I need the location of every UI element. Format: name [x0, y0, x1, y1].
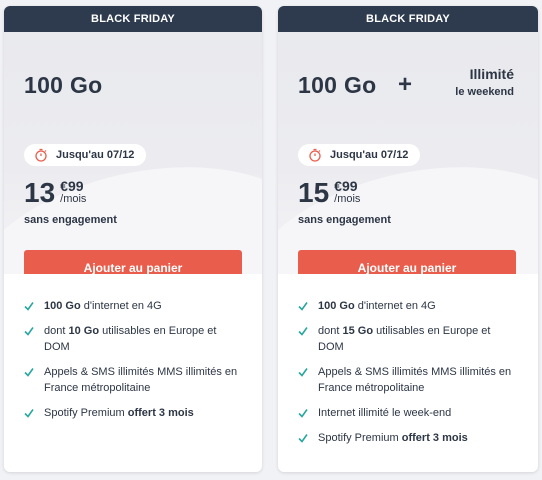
feature-item: Spotify Premium offert 3 mois: [24, 405, 244, 421]
offer-card-100go-weekend: BLACK FRIDAY 100 Go + Illimité le weeken…: [278, 6, 538, 472]
check-icon: [24, 327, 34, 336]
commitment-text: sans engagement: [298, 214, 391, 226]
check-icon: [24, 302, 34, 311]
deadline-pill: Jusqu'au 07/12: [298, 144, 421, 166]
deadline-text: Jusqu'au 07/12: [330, 149, 409, 161]
black-friday-banner: BLACK FRIDAY: [4, 6, 262, 32]
feature-item: Appels & SMS illimités MMS illimités en …: [298, 364, 518, 396]
price: 15 €99 /mois: [298, 178, 360, 208]
plus-sign: +: [398, 71, 413, 98]
black-friday-banner: BLACK FRIDAY: [278, 6, 538, 32]
add-to-cart-button[interactable]: Ajouter au panier: [24, 250, 242, 274]
weekend-line1: Illimité: [469, 66, 514, 82]
price-euros: 13: [24, 177, 56, 208]
check-icon: [298, 409, 308, 418]
price-period: /mois: [60, 193, 87, 205]
commitment-text: sans engagement: [24, 214, 117, 226]
offer-hero: 100 Go Jusqu'au 07/12 13 €99 /mois sans …: [4, 32, 262, 274]
price-cents: €99: [334, 178, 358, 194]
deadline-text: Jusqu'au 07/12: [56, 149, 135, 161]
add-to-cart-button[interactable]: Ajouter au panier: [298, 250, 516, 274]
price-period: /mois: [334, 193, 361, 205]
weekend-unlimited: Illimité le weekend: [450, 66, 514, 98]
check-icon: [298, 302, 308, 311]
price: 13 €99 /mois: [24, 178, 86, 208]
offer-hero: 100 Go + Illimité le weekend Jusqu'au 07…: [278, 32, 538, 274]
feature-item: 100 Go d'internet en 4G: [298, 298, 518, 314]
feature-item: dont 15 Go utilisables en Europe et DOM: [298, 323, 518, 355]
offer-card-100go: BLACK FRIDAY 100 Go Jusqu'au 07/12 13 €9…: [4, 6, 262, 472]
check-icon: [298, 368, 308, 377]
check-icon: [298, 327, 308, 336]
check-icon: [298, 434, 308, 443]
data-amount: 100 Go: [24, 72, 103, 98]
stopwatch-icon: [309, 148, 321, 162]
check-icon: [24, 409, 34, 418]
check-icon: [24, 368, 34, 377]
data-amount: 100 Go: [298, 72, 377, 98]
price-cents: €99: [60, 178, 84, 194]
feature-item: Appels & SMS illimités MMS illimités en …: [24, 364, 244, 396]
weekend-line2: le weekend: [455, 86, 514, 98]
feature-item: 100 Go d'internet en 4G: [24, 298, 244, 314]
feature-item: Spotify Premium offert 3 mois: [298, 430, 518, 446]
deadline-pill: Jusqu'au 07/12: [24, 144, 147, 166]
stopwatch-icon: [35, 148, 47, 162]
price-euros: 15: [298, 177, 330, 208]
feature-list: 100 Go d'internet en 4G dont 10 Go utili…: [24, 298, 244, 430]
feature-list: 100 Go d'internet en 4G dont 15 Go utili…: [298, 298, 518, 455]
feature-item: dont 10 Go utilisables en Europe et DOM: [24, 323, 244, 355]
feature-item: Internet illimité le week-end: [298, 405, 518, 421]
